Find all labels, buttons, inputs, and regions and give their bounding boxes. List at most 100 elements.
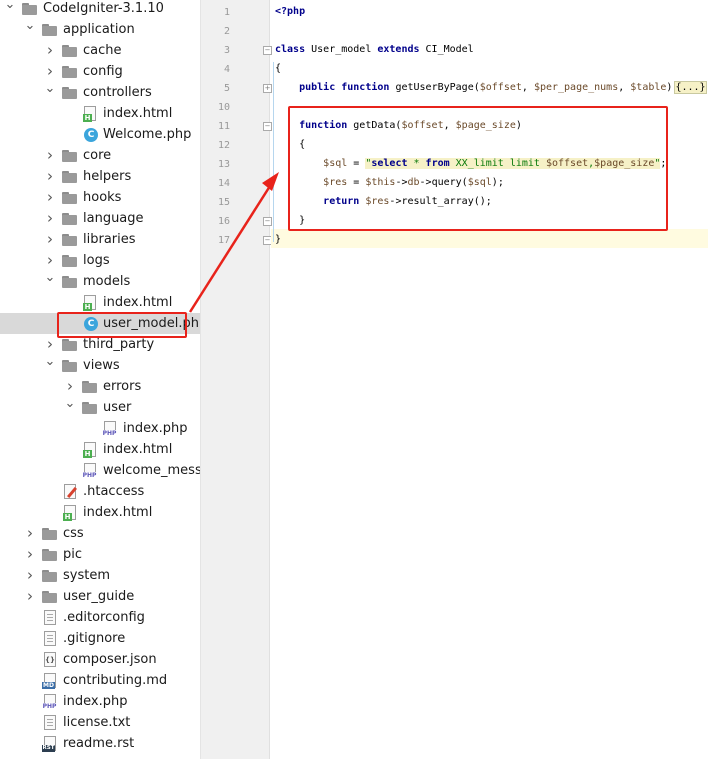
tree-item[interactable]: › core xyxy=(0,145,200,166)
line-number: 16 xyxy=(217,216,230,227)
fold-collapse-icon[interactable]: − xyxy=(263,46,272,55)
tree-item[interactable]: RST readme.rst xyxy=(0,733,200,754)
line-number: 17 xyxy=(217,235,230,246)
folder-icon xyxy=(62,66,77,78)
chevron-right-icon[interactable]: › xyxy=(44,334,56,355)
project-tree: ⌄ CodeIgniter-3.1.10 ⌄ application › cache › co… xyxy=(0,0,200,759)
chevron-right-icon[interactable]: › xyxy=(44,40,56,61)
tree-item-label: libraries xyxy=(83,232,136,247)
tree-item[interactable]: ⌄ user xyxy=(0,397,200,418)
tree-item[interactable]: Hindex.html xyxy=(0,292,200,313)
tree-item[interactable]: PHP index.php xyxy=(0,691,200,712)
tree-item[interactable]: Hindex.html xyxy=(0,103,200,124)
folder-icon xyxy=(62,171,77,183)
fold-collapse-icon[interactable]: − xyxy=(263,122,272,131)
line-number: 13 xyxy=(217,159,230,170)
php-file-icon: PHP xyxy=(82,463,97,479)
tree-item[interactable]: ⌄ CodeIgniter-3.1.10 xyxy=(0,0,200,19)
tree-scrollbar[interactable] xyxy=(200,0,210,759)
code-line[interactable]: public function getUserByPage($offset, $… xyxy=(275,81,707,94)
chevron-right-icon[interactable]: › xyxy=(44,61,56,82)
tree-item-label: system xyxy=(63,568,110,583)
folder-icon xyxy=(62,45,77,57)
tree-item[interactable]: › config xyxy=(0,61,200,82)
chevron-right-icon[interactable]: › xyxy=(24,544,36,565)
tree-item-label: user xyxy=(103,400,132,415)
chevron-right-icon[interactable]: › xyxy=(44,208,56,229)
fold-expand-icon[interactable]: + xyxy=(263,84,272,93)
tree-item[interactable]: › language xyxy=(0,208,200,229)
tree-item-label: hooks xyxy=(83,190,122,205)
tree-item[interactable]: › hooks xyxy=(0,187,200,208)
tree-item-label: index.html xyxy=(103,442,173,457)
tree-item[interactable]: › libraries xyxy=(0,229,200,250)
chevron-down-icon[interactable]: ⌄ xyxy=(44,82,56,103)
code-line[interactable]: class User_model extends CI_Model xyxy=(275,44,474,55)
tree-item[interactable]: Hindex.html xyxy=(0,502,200,523)
tree-item[interactable]: ⌄ views xyxy=(0,355,200,376)
current-line-highlight xyxy=(271,229,708,248)
tree-item[interactable]: › logs xyxy=(0,250,200,271)
chevron-right-icon[interactable]: › xyxy=(24,565,36,586)
tree-item[interactable]: › cache xyxy=(0,40,200,61)
folder-icon xyxy=(22,3,37,15)
code-line[interactable]: } xyxy=(275,234,281,245)
line-number: 14 xyxy=(217,178,230,189)
tree-item-label: views xyxy=(83,358,120,373)
code-line[interactable]: <?php xyxy=(275,6,305,17)
chevron-right-icon[interactable]: › xyxy=(44,229,56,250)
tree-item[interactable]: › pic xyxy=(0,544,200,565)
tree-item[interactable]: {} composer.json xyxy=(0,649,200,670)
tree-item[interactable]: › system xyxy=(0,565,200,586)
chevron-right-icon[interactable]: › xyxy=(44,250,56,271)
tree-item[interactable]: ⌄ application xyxy=(0,19,200,40)
line-number: 10 xyxy=(217,102,230,113)
chevron-right-icon[interactable]: › xyxy=(64,376,76,397)
folded-code-placeholder[interactable]: {...} xyxy=(674,81,707,94)
chevron-right-icon[interactable]: › xyxy=(44,166,56,187)
file-type-badge: RST xyxy=(42,745,55,752)
chevron-right-icon[interactable]: › xyxy=(44,187,56,208)
chevron-down-icon[interactable]: ⌄ xyxy=(64,397,76,418)
tree-item[interactable]: license.txt xyxy=(0,712,200,733)
tree-item[interactable]: MD contributing.md xyxy=(0,670,200,691)
tree-item[interactable]: › user_guide xyxy=(0,586,200,607)
tree-item[interactable]: Hindex.html xyxy=(0,439,200,460)
tree-item-label: core xyxy=(83,148,112,163)
tree-item[interactable]: › helpers xyxy=(0,166,200,187)
selected-file-annotation-box xyxy=(57,312,187,338)
tree-item[interactable]: .htaccess xyxy=(0,481,200,502)
rst-file-icon: RST xyxy=(42,736,56,752)
chevron-down-icon[interactable]: ⌄ xyxy=(24,19,36,40)
indent-guide xyxy=(273,62,274,242)
html-file-icon: H xyxy=(83,295,96,311)
line-number: 5 xyxy=(223,83,230,94)
tree-item[interactable]: ⌄ models xyxy=(0,271,200,292)
tree-item-label: index.php xyxy=(63,694,128,709)
folder-icon xyxy=(62,213,77,225)
htaccess-file-icon xyxy=(64,484,76,499)
tree-item[interactable]: C Welcome.php xyxy=(0,124,200,145)
chevron-right-icon[interactable]: › xyxy=(44,145,56,166)
fold-collapse-icon[interactable]: − xyxy=(263,217,272,226)
tree-item[interactable]: .gitignore xyxy=(0,628,200,649)
folder-icon xyxy=(82,381,97,393)
tree-item[interactable]: › errors xyxy=(0,376,200,397)
tree-item[interactable]: .editorconfig xyxy=(0,607,200,628)
chevron-right-icon[interactable]: › xyxy=(24,523,36,544)
tree-item[interactable]: PHP index.php xyxy=(0,418,200,439)
chevron-down-icon[interactable]: ⌄ xyxy=(4,0,16,19)
tree-item[interactable]: ⌄ controllers xyxy=(0,82,200,103)
chevron-down-icon[interactable]: ⌄ xyxy=(44,355,56,376)
file-type-badge: PHP xyxy=(42,703,57,710)
tree-item-label: Welcome.php xyxy=(103,127,192,142)
chevron-down-icon[interactable]: ⌄ xyxy=(44,271,56,292)
chevron-right-icon[interactable]: › xyxy=(24,586,36,607)
tree-item[interactable]: › css xyxy=(0,523,200,544)
tree-item-label: index.html xyxy=(103,295,173,310)
tree-item-label: models xyxy=(83,274,131,289)
tree-item-label: welcome_message.php xyxy=(103,463,200,478)
tree-item[interactable]: PHP welcome_message.php xyxy=(0,460,200,481)
code-line[interactable]: { xyxy=(275,63,281,74)
tree-item-label: helpers xyxy=(83,169,132,184)
